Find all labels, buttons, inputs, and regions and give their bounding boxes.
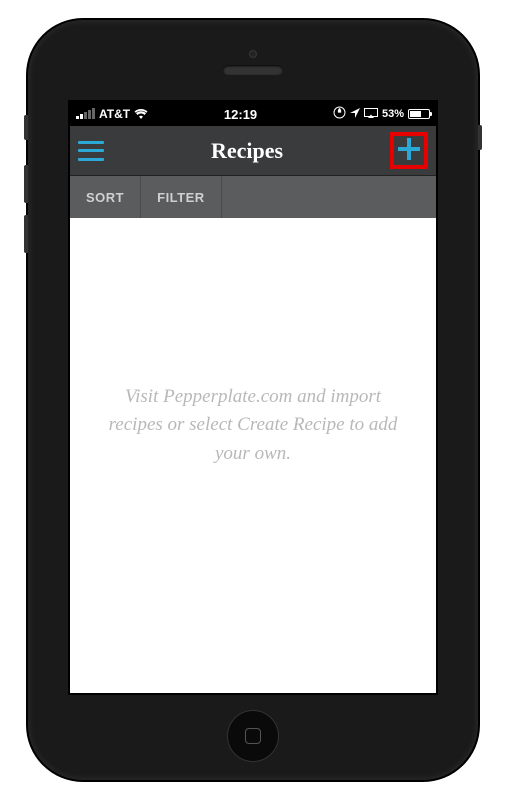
battery-icon <box>408 109 430 119</box>
status-time: 12:19 <box>148 107 333 122</box>
wifi-icon <box>134 109 148 119</box>
airplay-icon <box>364 108 378 121</box>
menu-button[interactable] <box>78 141 104 161</box>
nav-bar: Recipes <box>70 126 436 176</box>
screen: AT&T 12:19 53% <box>68 100 438 695</box>
battery-percent: 53% <box>382 108 404 120</box>
sort-button[interactable]: SORT <box>70 176 141 218</box>
filter-bar: SORT FILTER <box>70 176 436 218</box>
page-title: Recipes <box>211 138 283 164</box>
signal-icon <box>76 109 95 119</box>
status-left: AT&T <box>76 107 148 121</box>
front-camera <box>249 50 257 58</box>
phone-frame: AT&T 12:19 53% <box>28 20 478 780</box>
add-button-highlight <box>390 132 428 169</box>
main-content: Visit Pepperplate.com and import recipes… <box>70 218 436 693</box>
filter-button[interactable]: FILTER <box>141 176 222 218</box>
status-right: 53% <box>333 106 430 122</box>
carrier-label: AT&T <box>99 107 130 121</box>
home-icon <box>245 728 261 744</box>
mute-switch <box>24 115 28 140</box>
volume-up <box>24 165 28 203</box>
location-icon <box>350 108 360 121</box>
status-bar: AT&T 12:19 53% <box>70 102 436 126</box>
home-button[interactable] <box>227 710 279 762</box>
earpiece-speaker <box>223 65 283 75</box>
plus-icon <box>398 138 420 160</box>
power-button <box>478 125 482 150</box>
hamburger-icon <box>78 141 104 144</box>
orientation-lock-icon <box>333 106 346 122</box>
empty-state-message: Visit Pepperplate.com and import recipes… <box>100 383 406 469</box>
volume-down <box>24 215 28 253</box>
add-button[interactable] <box>398 138 420 163</box>
